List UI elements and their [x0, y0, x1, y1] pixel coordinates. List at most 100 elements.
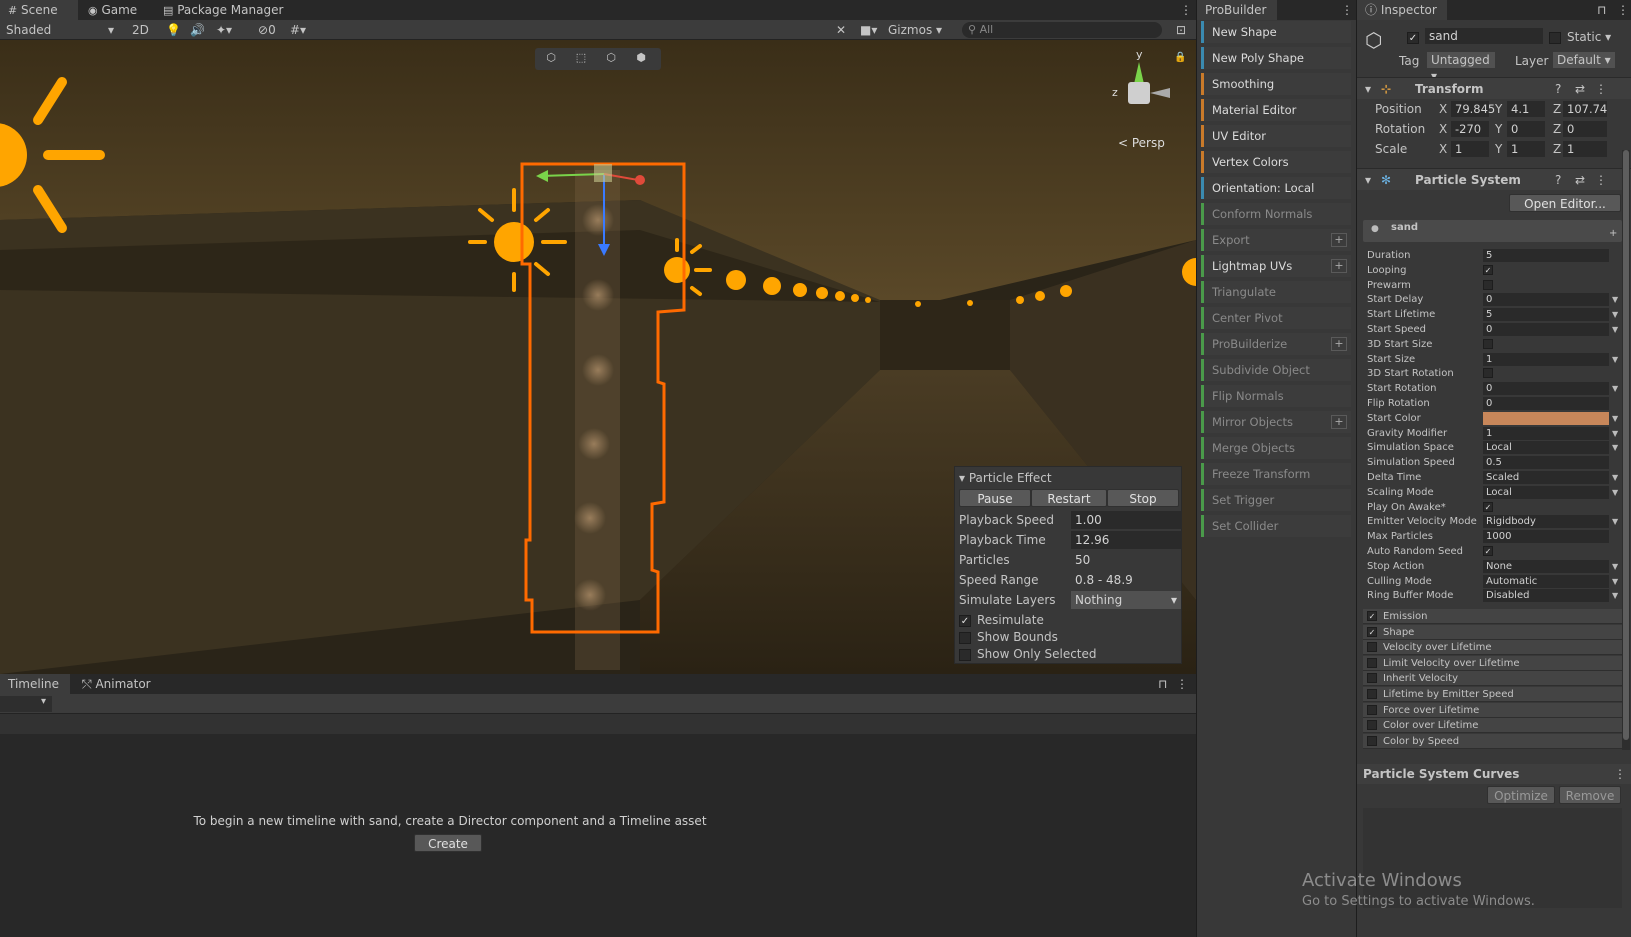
module-checkbox[interactable]: [1367, 657, 1377, 668]
active-checkbox[interactable]: ✓: [1407, 30, 1425, 44]
property-value-field[interactable]: 5: [1483, 249, 1609, 262]
property-value-field[interactable]: Rigidbody: [1483, 515, 1609, 529]
property-value-field[interactable]: Local: [1483, 485, 1609, 499]
particle-system-main-module[interactable]: ● sand +: [1363, 220, 1622, 242]
pb-lightmap-uvs[interactable]: Lightmap UVs +: [1201, 255, 1351, 277]
tab-game[interactable]: ◉ Game: [80, 0, 145, 20]
module-row[interactable]: Inherit Velocity: [1363, 671, 1622, 687]
dropdown-arrow-icon[interactable]: ▼: [1612, 485, 1618, 500]
dropdown-arrow-icon[interactable]: ▼: [1612, 514, 1618, 529]
pb-vertex-colors[interactable]: Vertex Colors: [1201, 151, 1351, 173]
lighting-icon[interactable]: 💡: [166, 22, 181, 38]
restart-button[interactable]: Restart: [1031, 489, 1107, 507]
audio-icon[interactable]: 🔊: [190, 22, 205, 38]
object-mode-icon[interactable]: ⬡: [541, 51, 561, 64]
module-row[interactable]: Color over Lifetime: [1363, 718, 1622, 734]
tab-inspector[interactable]: ⓘ Inspector: [1357, 0, 1447, 20]
open-editor-button[interactable]: Open Editor...: [1509, 194, 1621, 212]
camera-icon[interactable]: ■▾: [860, 22, 877, 38]
property-value-field[interactable]: 0: [1483, 397, 1609, 410]
plus-icon[interactable]: +: [1331, 233, 1347, 247]
property-value-field[interactable]: 1: [1483, 426, 1609, 440]
dropdown-arrow-icon[interactable]: ▼: [1612, 559, 1618, 574]
tab-animator[interactable]: ⤲ Animator: [74, 674, 159, 694]
property-value-field[interactable]: 0: [1483, 293, 1609, 307]
scale-z-field[interactable]: 1: [1563, 141, 1607, 157]
particle-effect-title[interactable]: ▾ Particle Effect: [959, 469, 1052, 487]
face-mode-icon[interactable]: ⬢: [631, 51, 651, 64]
pb-orientation[interactable]: Orientation: Local: [1201, 177, 1351, 199]
pb-merge-objects[interactable]: Merge Objects: [1201, 437, 1351, 459]
dropdown-arrow-icon[interactable]: ▼: [1612, 588, 1618, 603]
help-icon[interactable]: ?: [1555, 78, 1561, 100]
timeline-selector-dropdown[interactable]: ▾: [0, 696, 52, 712]
create-timeline-button[interactable]: Create: [414, 834, 482, 852]
orientation-gizmo[interactable]: y z < Persp 🔒: [1108, 48, 1188, 150]
scene-viewport[interactable]: ⬡ ⬚ ⬡ ⬢ y z < Persp 🔒 ▾ Particle Effect …: [0, 40, 1196, 674]
effects-icon[interactable]: ✦▾: [216, 22, 232, 38]
module-row[interactable]: Limit Velocity over Lifetime: [1363, 655, 1622, 671]
module-row[interactable]: Velocity over Lifetime: [1363, 640, 1622, 656]
property-checkbox[interactable]: ✓: [1483, 501, 1493, 512]
dropdown-arrow-icon[interactable]: ▼: [1612, 574, 1618, 589]
timeline-menu-icon[interactable]: ⋮: [1168, 674, 1196, 694]
stop-button[interactable]: Stop: [1107, 489, 1179, 507]
property-value-field[interactable]: 0: [1483, 323, 1609, 336]
transform-header[interactable]: ▾ ⊹ Transform ? ⇄ ⋮: [1357, 77, 1631, 99]
tag-dropdown[interactable]: Untagged ▾: [1427, 52, 1495, 83]
2d-toggle[interactable]: 2D: [132, 22, 149, 38]
position-z-field[interactable]: 107.74: [1563, 101, 1607, 117]
property-checkbox[interactable]: [1483, 338, 1493, 349]
particle-system-header[interactable]: ▾ ✻ Particle System ? ⇄ ⋮: [1357, 168, 1631, 190]
layer-dropdown[interactable]: Default ▾: [1553, 52, 1615, 68]
checkbox[interactable]: [959, 631, 971, 644]
dropdown-arrow-icon[interactable]: ▼: [1612, 411, 1618, 426]
property-checkbox[interactable]: ✓: [1483, 264, 1493, 275]
module-row[interactable]: Lifetime by Emitter Speed: [1363, 687, 1622, 702]
pb-new-shape[interactable]: New Shape: [1201, 21, 1351, 43]
shading-mode-dropdown[interactable]: Shaded ▾: [2, 22, 118, 38]
tab-package-manager[interactable]: ▤ Package Manager: [155, 0, 291, 20]
scale-y-field[interactable]: 1: [1507, 141, 1545, 157]
inspector-scrollbar[interactable]: [1622, 150, 1630, 750]
dropdown-arrow-icon[interactable]: ▼: [1612, 292, 1618, 307]
plus-icon[interactable]: +: [1609, 228, 1617, 239]
rotation-z-field[interactable]: 0: [1563, 121, 1607, 137]
rotation-x-field[interactable]: -270: [1451, 121, 1489, 137]
tools-icon[interactable]: ✕: [836, 22, 846, 38]
pb-set-collider[interactable]: Set Collider: [1201, 515, 1351, 537]
property-value-field[interactable]: [1483, 411, 1609, 425]
pb-flip-normals[interactable]: Flip Normals: [1201, 385, 1351, 407]
pb-material-editor[interactable]: Material Editor: [1201, 99, 1351, 121]
property-value-field[interactable]: Disabled: [1483, 589, 1609, 603]
scene-search-input[interactable]: ⚲ All: [962, 22, 1162, 38]
dropdown-arrow-icon[interactable]: ▼: [1612, 322, 1618, 337]
pb-export[interactable]: Export +: [1201, 229, 1351, 251]
playback-speed-field[interactable]: 1.00: [1071, 511, 1181, 529]
playback-time-field[interactable]: 12.96: [1071, 531, 1181, 549]
module-row[interactable]: ✓ Shape: [1363, 624, 1622, 640]
module-row[interactable]: Force over Lifetime: [1363, 702, 1622, 718]
property-value-field[interactable]: Automatic: [1483, 574, 1609, 588]
module-checkbox-checked[interactable]: ✓: [1367, 611, 1377, 621]
module-checkbox[interactable]: [1367, 673, 1377, 684]
property-value-field[interactable]: Scaled: [1483, 471, 1609, 484]
curves-menu-icon[interactable]: ⋮: [1614, 764, 1626, 784]
plus-icon[interactable]: +: [1331, 415, 1347, 429]
dropdown-arrow-icon[interactable]: ▼: [1612, 440, 1618, 455]
plus-icon[interactable]: +: [1331, 337, 1347, 351]
component-menu-icon[interactable]: ⋮: [1595, 78, 1607, 100]
dropdown-arrow-icon[interactable]: ▼: [1612, 381, 1618, 396]
property-checkbox[interactable]: ✓: [1483, 546, 1493, 556]
resimulate-toggle[interactable]: ✓ Resimulate: [959, 611, 1179, 629]
projection-label[interactable]: < Persp: [1118, 136, 1165, 150]
module-checkbox[interactable]: [1367, 735, 1377, 746]
tab-timeline[interactable]: Timeline: [0, 674, 70, 694]
object-name-field[interactable]: sand: [1425, 28, 1543, 44]
grid-toggle-icon[interactable]: #▾: [290, 22, 306, 38]
checkbox[interactable]: [959, 648, 971, 661]
pb-mirror-objects[interactable]: Mirror Objects +: [1201, 411, 1351, 433]
pb-freeze-transform[interactable]: Freeze Transform: [1201, 463, 1351, 485]
property-value-field[interactable]: Local: [1483, 441, 1609, 455]
pb-set-trigger[interactable]: Set Trigger: [1201, 489, 1351, 511]
